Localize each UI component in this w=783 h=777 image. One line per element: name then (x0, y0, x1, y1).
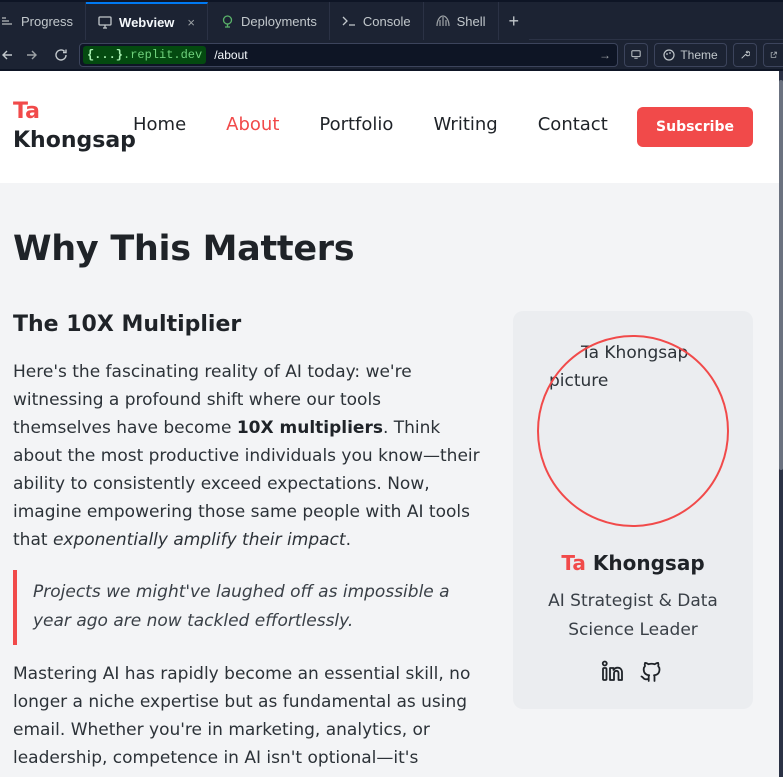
ide-tab-bar: Progress Webview × Deployments Console S… (0, 0, 783, 40)
wrench-button[interactable] (733, 42, 757, 67)
nav-portfolio[interactable]: Portfolio (319, 114, 393, 135)
domain-pill[interactable]: {...}.replit.dev (82, 45, 207, 64)
webview-page: Ta Khongsap Home About Portfolio Writing… (0, 71, 779, 777)
tab-webview[interactable]: Webview × (86, 2, 209, 40)
section-heading: The 10X Multiplier (13, 312, 242, 337)
deploy-icon (220, 14, 234, 28)
progress-icon (0, 14, 14, 28)
tab-console[interactable]: Console (330, 2, 424, 40)
linkedin-icon[interactable] (601, 659, 625, 683)
pull-quote: Projects we might've laughed off as impo… (13, 570, 473, 645)
nav-about[interactable]: About (226, 114, 279, 135)
intro-paragraph: Here's the fascinating reality of AI tod… (13, 362, 480, 550)
social-links (601, 659, 663, 683)
shell-icon (435, 14, 450, 28)
back-arrow-icon[interactable] (0, 44, 14, 66)
go-arrow-icon[interactable]: → (599, 48, 617, 62)
close-icon[interactable]: × (187, 15, 195, 30)
scrollbar-thumb[interactable] (779, 80, 783, 470)
open-external-button[interactable] (763, 42, 783, 67)
devtools-button[interactable] (624, 42, 648, 67)
url-field[interactable]: {...}.replit.dev /about → (78, 42, 618, 67)
subscribe-button[interactable]: Subscribe (637, 107, 753, 147)
monitor-icon (98, 15, 112, 29)
new-tab-button[interactable]: + (499, 2, 530, 40)
tab-deployments[interactable]: Deployments (208, 2, 330, 40)
github-icon[interactable] (639, 659, 663, 683)
nav-contact[interactable]: Contact (538, 114, 608, 135)
page-title: Why This Matters (13, 229, 355, 269)
profile-card: Ta Khongsap picture Ta Khongsap AI Strat… (513, 311, 753, 709)
theme-button[interactable]: Theme (654, 42, 727, 67)
external-link-icon (770, 51, 777, 58)
tab-shell[interactable]: Shell (424, 2, 499, 40)
tab-progress[interactable]: Progress (0, 2, 87, 40)
webview-url-bar: {...}.replit.dev /about → Theme (0, 40, 783, 70)
main-nav: Home About Portfolio Writing Contact (133, 114, 648, 135)
body-paragraph: Mastering AI has rapidly become an essen… (13, 664, 471, 768)
profile-role: AI Strategist & Data Science Leader (548, 591, 718, 640)
palette-icon (663, 48, 675, 61)
wrench-icon (741, 49, 750, 59)
profile-name: Ta Khongsap (561, 551, 705, 575)
site-header: Ta Khongsap Home About Portfolio Writing… (0, 71, 779, 183)
tab-label: Shell (456, 13, 486, 29)
terminal-icon (342, 14, 356, 28)
avatar (537, 335, 729, 527)
monitor-icon (631, 50, 641, 59)
tab-label: Webview (119, 14, 175, 30)
reload-icon[interactable] (49, 44, 73, 66)
tab-label: Console (362, 13, 411, 29)
nav-writing[interactable]: Writing (433, 114, 497, 135)
nav-home[interactable]: Home (133, 114, 186, 135)
site-logo[interactable]: Ta Khongsap (13, 97, 136, 155)
forward-arrow-icon[interactable] (20, 44, 44, 66)
tab-label: Deployments (241, 13, 317, 29)
tab-label: Progress (21, 13, 74, 29)
url-path[interactable]: /about (214, 48, 591, 62)
